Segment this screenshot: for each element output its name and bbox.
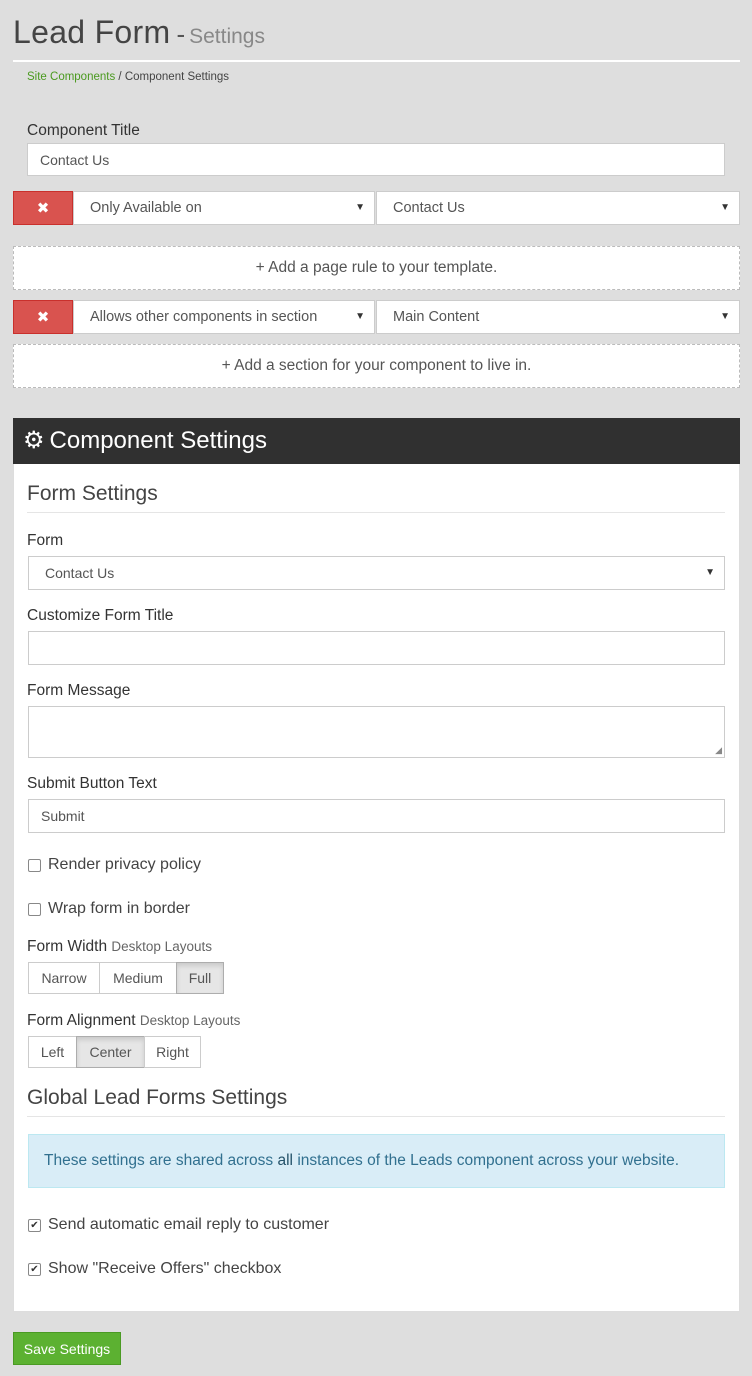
caret-down-icon: ▼ [355,201,365,213]
form-alignment-label-row: Form Alignment Desktop Layouts [27,1012,240,1030]
global-settings-heading: Global Lead Forms Settings [27,1086,725,1117]
wrap-border-checkbox-row[interactable]: Wrap form in border [28,900,190,918]
close-icon: ✖ [36,200,50,217]
form-alignment-label: Form Alignment [27,1012,136,1029]
form-width-toggle-group: Narrow Medium Full [28,962,224,994]
global-settings-info-alert: These settings are shared across all ins… [28,1134,725,1188]
form-message-label: Form Message [27,682,131,699]
add-page-rule-button[interactable]: + Add a page rule to your template. [13,246,740,290]
form-settings-heading: Form Settings [27,482,725,513]
receive-offers-checkbox-row[interactable]: ✔ Show "Receive Offers" checkbox [28,1260,281,1278]
caret-down-icon: ▼ [720,201,730,213]
form-label: Form [27,532,64,549]
gear-icon: ⚙ [23,427,45,454]
wrap-border-label: Wrap form in border [48,900,190,917]
auto-reply-checkbox-row[interactable]: ✔ Send automatic email reply to customer [28,1216,329,1234]
info-text-emphasis: all [277,1152,293,1169]
page-rule-target-select[interactable]: Contact Us ▼ [376,191,740,225]
form-width-label-row: Form Width Desktop Layouts [27,938,212,956]
title-separator: - [176,19,186,49]
remove-page-rule-button[interactable]: ✖ [13,191,73,225]
align-option-center[interactable]: Center [76,1036,145,1068]
page-header: Lead Form - Settings [13,14,740,62]
breadcrumb-link-site-components[interactable]: Site Components [27,71,115,83]
form-alignment-toggle-group: Left Center Right [28,1036,201,1068]
resize-grip-icon[interactable]: ◢ [715,745,722,756]
form-select[interactable]: Contact Us ▼ [28,556,725,590]
close-icon: ✖ [36,309,50,326]
page-rule-target-value: Contact Us [393,200,465,216]
caret-down-icon: ▼ [720,310,730,322]
privacy-policy-checkbox[interactable] [28,858,41,872]
section-rule-target-select[interactable]: Main Content ▼ [376,300,740,334]
page-subtitle: Settings [189,25,265,48]
breadcrumb-separator: / [118,71,122,83]
form-width-label: Form Width [27,938,108,955]
align-option-left[interactable]: Left [28,1036,77,1068]
breadcrumb-current: Component Settings [124,71,230,83]
component-title-input[interactable]: Contact Us [27,143,725,176]
page-rule-row: ✖ Only Available on ▼ Contact Us ▼ [13,191,740,225]
component-title-label: Component Title [27,122,140,139]
width-option-full[interactable]: Full [176,962,224,994]
component-settings-title: Component Settings [49,427,267,454]
page-title: Lead Form [13,14,171,50]
component-settings-header: ⚙ Component Settings [13,418,740,464]
privacy-policy-checkbox-row[interactable]: Render privacy policy [28,856,201,874]
remove-section-rule-button[interactable]: ✖ [13,300,73,334]
section-rule-row: ✖ Allows other components in section ▼ M… [13,300,740,334]
custom-title-input[interactable] [28,631,725,665]
info-text-after: instances of the Leads component across … [297,1152,679,1169]
align-option-right[interactable]: Right [144,1036,201,1068]
form-select-value: Contact Us [45,565,115,581]
section-rule-target-value: Main Content [393,309,480,325]
submit-text-input[interactable]: Submit [28,799,725,833]
submit-text-label: Submit Button Text [27,775,157,792]
info-text-before: These settings are shared across [44,1152,274,1169]
page-rule-condition-select[interactable]: Only Available on ▼ [73,191,375,225]
receive-offers-checkbox[interactable]: ✔ [28,1262,41,1276]
custom-title-label: Customize Form Title [27,607,174,624]
section-rule-condition-value: Allows other components in section [90,309,318,325]
add-page-rule-label: + Add a page rule to your template. [255,259,498,276]
auto-reply-label: Send automatic email reply to customer [48,1216,330,1233]
receive-offers-label: Show "Receive Offers" checkbox [48,1260,282,1277]
page-rule-condition-value: Only Available on [90,200,202,216]
form-width-hint: Desktop Layouts [111,939,212,954]
section-rule-condition-select[interactable]: Allows other components in section ▼ [73,300,375,334]
caret-down-icon: ▼ [355,310,365,322]
add-section-label: + Add a section for your component to li… [221,357,532,374]
caret-down-icon: ▼ [705,566,715,578]
auto-reply-checkbox[interactable]: ✔ [28,1218,41,1232]
breadcrumb: Site Components / Component Settings [27,71,229,83]
form-message-textarea[interactable]: ◢ [28,706,725,758]
wrap-border-checkbox[interactable] [28,902,41,916]
add-section-button[interactable]: + Add a section for your component to li… [13,344,740,388]
width-option-narrow[interactable]: Narrow [28,962,100,994]
form-alignment-hint: Desktop Layouts [139,1013,241,1028]
privacy-policy-label: Render privacy policy [48,856,201,873]
width-option-medium[interactable]: Medium [99,962,177,994]
save-settings-button[interactable]: Save Settings [13,1332,121,1365]
